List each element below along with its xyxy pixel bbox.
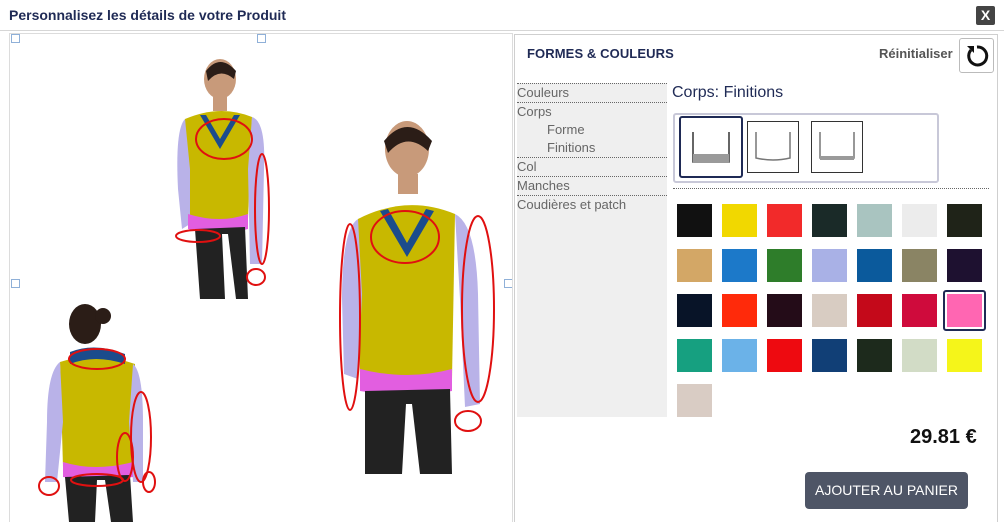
plain-hem-icon — [755, 132, 791, 161]
nav-item-couleurs[interactable]: Couleurs — [517, 83, 667, 102]
narrow-hem-icon — [819, 132, 855, 160]
color-swatch[interactable] — [677, 339, 712, 372]
product-preview — [9, 33, 513, 522]
color-swatch[interactable] — [902, 204, 937, 237]
panel-title: FORMES & COULEURS — [527, 46, 674, 61]
model-front-right-view — [339, 121, 495, 474]
color-swatch[interactable] — [812, 204, 847, 237]
color-swatch[interactable] — [722, 204, 757, 237]
color-swatch[interactable] — [677, 204, 712, 237]
color-swatch[interactable] — [767, 204, 802, 237]
price-label: 29.81 € — [910, 426, 977, 448]
finish-narrow-hem-option[interactable] — [811, 121, 863, 173]
add-to-cart-button[interactable]: AJOUTER AU PANIER — [805, 472, 968, 509]
color-swatch-fill — [947, 294, 982, 327]
color-swatch[interactable] — [767, 294, 802, 327]
finish-options — [673, 113, 939, 183]
color-swatch[interactable] — [722, 339, 757, 372]
model-back-view — [38, 304, 156, 522]
color-swatch[interactable] — [767, 249, 802, 282]
color-swatch[interactable] — [812, 249, 847, 282]
selection-handle[interactable] — [11, 34, 20, 43]
color-swatch[interactable] — [857, 339, 892, 372]
section-title: Corps: Finitions — [672, 84, 784, 101]
color-swatch[interactable] — [767, 339, 802, 372]
color-swatch[interactable] — [947, 249, 982, 282]
color-swatch[interactable] — [857, 249, 892, 282]
reset-button[interactable] — [959, 38, 994, 73]
color-swatch[interactable] — [677, 294, 712, 327]
reset-label[interactable]: Réinitialiser — [879, 46, 953, 61]
color-swatch[interactable] — [902, 339, 937, 372]
color-swatch[interactable] — [722, 294, 757, 327]
section-divider — [673, 188, 989, 189]
selection-handle[interactable] — [504, 279, 512, 288]
model-front-view — [175, 59, 270, 299]
nav-item-corps[interactable]: Corps — [517, 102, 667, 121]
color-swatch[interactable] — [812, 339, 847, 372]
color-swatch[interactable] — [943, 290, 986, 331]
nav-item-coudi-res-et-patch[interactable]: Coudières et patch — [517, 195, 667, 214]
dialog-titlebar: Personnalisez les détails de votre Produ… — [0, 0, 1004, 31]
color-swatch[interactable] — [812, 294, 847, 327]
close-button[interactable]: X — [976, 6, 995, 25]
reset-icon — [966, 44, 988, 66]
color-swatch[interactable] — [722, 249, 757, 282]
finish-ribbed-hem-option[interactable] — [679, 116, 743, 178]
color-swatch[interactable] — [677, 249, 712, 282]
color-swatch[interactable] — [902, 294, 937, 327]
dialog-title: Personnalisez les détails de votre Produ… — [9, 7, 286, 23]
category-nav: Couleurs Corps Forme Finitions Col Manches Cou… — [517, 83, 667, 417]
color-swatch[interactable] — [947, 204, 982, 237]
color-swatch[interactable] — [947, 339, 982, 372]
color-swatch[interactable] — [902, 249, 937, 282]
options-panel: FORMES & COULEURS Réinitialiser Couleurs… — [514, 34, 998, 522]
finish-plain-hem-option[interactable] — [747, 121, 799, 173]
nav-item-manches[interactable]: Manches — [517, 176, 667, 195]
color-swatch[interactable] — [677, 384, 712, 417]
selection-handle[interactable] — [11, 279, 20, 288]
ribbed-hem-icon — [692, 132, 730, 163]
nav-item-finitions[interactable]: Finitions — [517, 139, 667, 157]
color-swatch[interactable] — [857, 204, 892, 237]
nav-item-col[interactable]: Col — [517, 157, 667, 176]
selection-handle[interactable] — [257, 34, 266, 43]
color-swatch[interactable] — [857, 294, 892, 327]
nav-item-forme[interactable]: Forme — [517, 121, 667, 139]
